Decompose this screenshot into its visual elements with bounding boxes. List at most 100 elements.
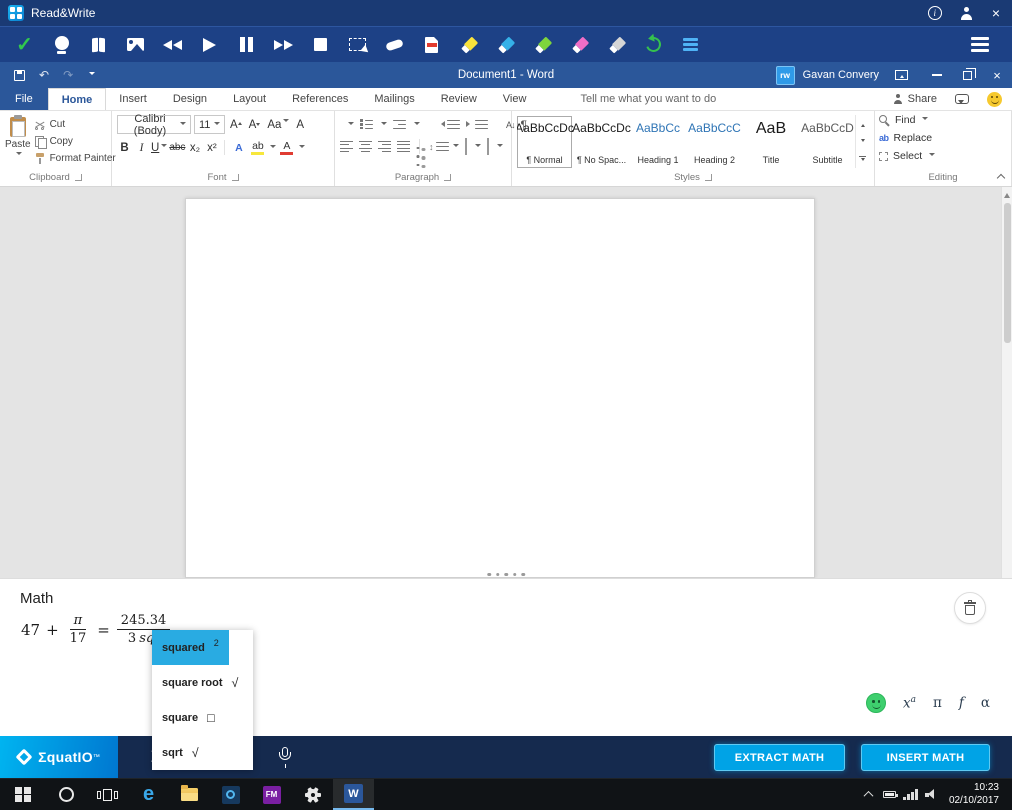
redo-icon[interactable]: ↷ [63,68,73,82]
find-button[interactable]: Find [879,112,1006,128]
play-button[interactable] [191,27,228,63]
change-case-button[interactable]: Aa [265,119,291,131]
font-color-button[interactable]: A [278,141,295,155]
check-it-button[interactable]: ✓ [6,27,43,63]
cut-button[interactable]: Cut [35,116,116,133]
format-painter-button[interactable]: Format Painter [35,150,116,167]
pi-symbol-button[interactable]: π [933,695,942,711]
undo-icon[interactable]: ↶ [39,68,49,82]
style-subtitle[interactable]: AaBbCcDSubtitle [800,116,855,168]
rewind-button[interactable] [154,27,191,63]
screen-mask-button[interactable] [376,27,413,63]
picture-dictionary-button[interactable] [117,27,154,63]
line-spacing-button[interactable]: ↕ [429,142,459,152]
styles-dialog-launcher-icon[interactable] [705,174,712,181]
edge-button[interactable]: e [128,779,169,810]
select-button[interactable]: Select [879,148,1006,164]
shrink-font-button[interactable]: A [247,119,263,131]
fm-app-button[interactable]: FM [251,779,292,810]
underline-button[interactable]: U [151,139,167,156]
word-close-icon[interactable]: × [982,62,1012,88]
pdf-reader-button[interactable] [413,27,450,63]
dropdown-item-square[interactable]: square□ [152,700,225,735]
equatio-smiley-icon[interactable] [866,693,886,713]
highlight-blue-button[interactable] [487,27,524,63]
dictionary-button[interactable] [80,27,117,63]
readwrite-close-icon[interactable]: × [992,6,1000,20]
italic-button[interactable]: I [134,139,149,156]
replace-button[interactable]: abReplace [879,130,1006,146]
style-no-spacing[interactable]: AaBbCcDc¶ No Spac... [574,116,629,168]
share-button[interactable]: Share [893,93,937,105]
dropdown-item-square-root[interactable]: square root√ [152,665,248,700]
highlight-color-button[interactable]: ab [249,141,266,155]
highlight-pink-button[interactable] [561,27,598,63]
customize-qat-icon[interactable] [89,72,95,78]
stop-button[interactable] [302,27,339,63]
screenshot-reader-button[interactable] [339,27,376,63]
show-hidden-icons-button[interactable] [858,779,879,810]
tell-me-box[interactable]: Tell me what you want to do [565,88,716,110]
extract-math-button[interactable]: EXTRACT MATH [714,744,845,771]
increase-indent-button[interactable] [466,120,488,129]
bold-button[interactable]: B [117,139,132,156]
account-name[interactable]: Gavan Convery [803,69,879,81]
copy-button[interactable]: Copy [35,133,116,150]
info-icon[interactable]: i [928,6,942,20]
tab-review[interactable]: Review [428,88,490,110]
multilevel-list-button[interactable] [393,120,406,129]
word-taskbar-button[interactable]: W [333,779,374,810]
tab-design[interactable]: Design [160,88,220,110]
style-heading1[interactable]: AaBbCcHeading 1 [631,116,685,168]
insert-math-button[interactable]: INSERT MATH [861,744,990,771]
dropdown-item-sqrt[interactable]: sqrt√ [152,735,209,770]
media-app-button[interactable] [210,779,251,810]
numbering-button[interactable] [360,120,373,129]
justify-button[interactable] [397,141,410,153]
save-icon[interactable] [14,70,25,81]
document-page[interactable] [185,198,815,578]
styles-scrollbar[interactable] [855,115,869,168]
battery-tray-button[interactable] [879,779,900,810]
strikethrough-button[interactable]: abc [169,139,185,156]
dropdown-item-squared[interactable]: squared2 [152,630,229,665]
start-button[interactable] [0,779,46,810]
task-view-button[interactable] [87,779,128,810]
panel-drag-handle[interactable] [487,573,525,577]
network-tray-button[interactable] [900,779,921,810]
vocabulary-list-button[interactable] [672,27,709,63]
volume-tray-button[interactable] [921,779,942,810]
fast-forward-button[interactable] [265,27,302,63]
feedback-smiley-icon[interactable] [987,92,1002,107]
font-family-select[interactable]: Calibri (Body) [117,115,191,134]
function-symbol-button[interactable]: f [959,695,964,711]
tab-view[interactable]: View [490,88,540,110]
superscript-button[interactable]: x² [204,139,219,156]
align-right-button[interactable] [378,141,391,153]
highlight-yellow-button[interactable] [450,27,487,63]
readwrite-menu-button[interactable] [961,37,998,52]
scroll-thumb[interactable] [1004,203,1011,343]
scroll-up-icon[interactable] [1004,190,1010,198]
clipboard-dialog-launcher-icon[interactable] [75,174,82,181]
exponent-symbol-button[interactable]: xa [903,695,916,712]
account-icon[interactable] [960,7,974,20]
tab-file[interactable]: File [0,88,48,110]
clear-formatting-button[interactable]: A [294,119,306,131]
highlight-green-button[interactable] [524,27,561,63]
settings-button[interactable] [292,779,333,810]
tab-references[interactable]: References [279,88,361,110]
shading-button[interactable] [465,139,467,154]
style-heading2[interactable]: AaBbCcCHeading 2 [687,116,742,168]
file-explorer-button[interactable] [169,779,210,810]
font-dialog-launcher-icon[interactable] [232,174,239,181]
alpha-symbol-button[interactable]: α [981,695,990,711]
pause-button[interactable] [228,27,265,63]
font-size-select[interactable]: 11 [194,115,225,134]
clock[interactable]: 10:23 02/10/2017 [949,782,999,807]
decrease-indent-button[interactable] [438,120,460,129]
speech-input-button[interactable] [270,736,300,778]
grow-font-button[interactable]: A [228,119,244,131]
text-effects-button[interactable]: A [230,143,247,153]
subscript-button[interactable]: x₂ [187,139,202,156]
